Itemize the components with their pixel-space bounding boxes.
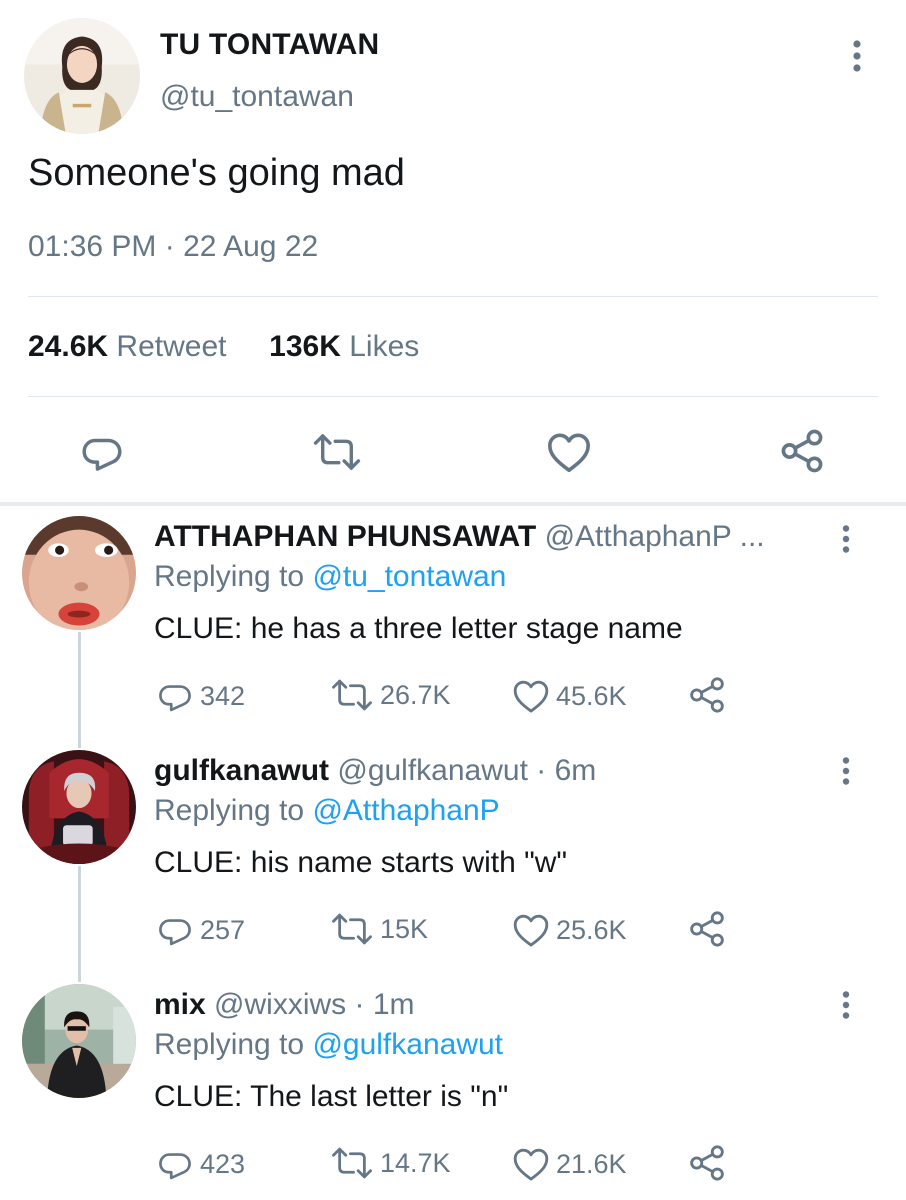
reply-author-name[interactable]: ATTHAPHAN PHUNSAWAT [154, 520, 536, 553]
retweet-icon [332, 913, 372, 945]
reply-icon[interactable] [80, 430, 124, 479]
replying-to-link[interactable]: @tu_tontawan [312, 560, 506, 593]
likes-label: Likes [349, 330, 420, 363]
replying-to: Replying to @tu_tontawan [154, 560, 506, 594]
retweet-icon [332, 679, 372, 711]
reply-count: 342 [200, 680, 246, 711]
replying-prefix: Replying to [154, 560, 305, 593]
reply-count: 423 [200, 1148, 246, 1179]
replying-prefix: Replying to [154, 1028, 305, 1061]
tweet-text: Someone's going mad [28, 152, 405, 194]
reply-author-name[interactable]: mix [154, 988, 206, 1021]
like-button[interactable]: 45.6K [512, 678, 627, 714]
retweet-icon[interactable] [312, 432, 362, 477]
reply-avatar[interactable] [22, 750, 136, 864]
like-button[interactable]: 25.6K [512, 912, 627, 948]
more-options-icon[interactable] [848, 38, 866, 74]
retweet-icon [332, 1147, 372, 1179]
retweet-button[interactable]: 14.7K [330, 1146, 451, 1180]
likes-count: 136K [269, 330, 341, 363]
reply-text: CLUE: he has a three letter stage name [154, 612, 683, 645]
reply-author-handle[interactable]: @wixxiws · 1m [214, 988, 414, 1021]
author-avatar[interactable] [24, 18, 140, 134]
tweet-timestamp[interactable]: 01:36 PM · 22 Aug 22 [28, 230, 318, 264]
thread-line [78, 632, 81, 748]
reply-avatar[interactable] [22, 516, 136, 630]
like-count: 21.6K [556, 1148, 627, 1179]
share-button[interactable] [688, 676, 726, 714]
reply-author-name[interactable]: gulfkanawut [154, 754, 329, 787]
reply-avatar[interactable] [22, 984, 136, 1098]
replying-to: Replying to @gulfkanawut [154, 1028, 503, 1062]
more-options-icon[interactable] [838, 756, 854, 786]
retweet-count: 14.7K [380, 1147, 451, 1178]
author-handle[interactable]: @tu_tontawan [160, 80, 354, 114]
divider [28, 296, 878, 297]
likes-stat[interactable]: 136K Likes [269, 330, 419, 363]
reply-button[interactable]: 257 [156, 912, 245, 948]
more-options-icon[interactable] [838, 990, 854, 1020]
reply-header: mix @wixxiws · 1m [154, 988, 415, 1022]
reply-author-handle[interactable]: @AtthaphanP ... [545, 520, 765, 553]
reply-author-handle[interactable]: @gulfkanawut · 6m [337, 754, 596, 787]
reply-header: ATTHAPHAN PHUNSAWAT @AtthaphanP ... [154, 520, 765, 554]
share-icon [690, 677, 724, 713]
share-icon[interactable] [778, 428, 826, 479]
share-button[interactable] [688, 910, 726, 948]
replying-to: Replying to @AtthaphanP [154, 794, 500, 828]
thread-line [78, 866, 81, 982]
reply-count: 257 [200, 914, 246, 945]
share-button[interactable] [688, 1144, 726, 1182]
like-icon[interactable] [546, 430, 592, 479]
more-options-icon[interactable] [838, 524, 854, 554]
reply-icon [159, 1153, 191, 1180]
reply-text: CLUE: The last letter is "n" [154, 1080, 509, 1113]
retweet-label: Retweet [116, 330, 227, 363]
retweet-count: 24.6K [28, 330, 109, 363]
reply-header: gulfkanawut @gulfkanawut · 6m [154, 754, 596, 788]
like-icon [513, 914, 549, 947]
share-icon [690, 911, 724, 947]
reply-icon [159, 685, 191, 712]
author-name[interactable]: TU TONTAWAN [160, 28, 379, 62]
like-count: 25.6K [556, 914, 627, 945]
retweet-count: 26.7K [380, 679, 451, 710]
replying-to-link[interactable]: @AtthaphanP [312, 794, 499, 827]
like-icon [513, 1148, 549, 1181]
retweet-button[interactable]: 26.7K [330, 678, 451, 712]
reply-icon [159, 919, 191, 946]
like-button[interactable]: 21.6K [512, 1146, 627, 1182]
replying-prefix: Replying to [154, 794, 305, 827]
like-count: 45.6K [556, 680, 627, 711]
divider [28, 396, 878, 397]
retweet-stat[interactable]: 24.6K Retweet [28, 330, 226, 363]
section-divider [0, 502, 906, 506]
like-icon [513, 680, 549, 713]
reply-button[interactable]: 423 [156, 1146, 245, 1182]
retweet-button[interactable]: 15K [330, 912, 428, 946]
tweet-stats: 24.6K Retweet 136K Likes [28, 330, 419, 364]
share-icon [690, 1145, 724, 1181]
reply-text: CLUE: his name starts with "w" [154, 846, 568, 879]
reply-button[interactable]: 342 [156, 678, 245, 714]
replying-to-link[interactable]: @gulfkanawut [312, 1028, 503, 1061]
retweet-count: 15K [380, 913, 429, 944]
